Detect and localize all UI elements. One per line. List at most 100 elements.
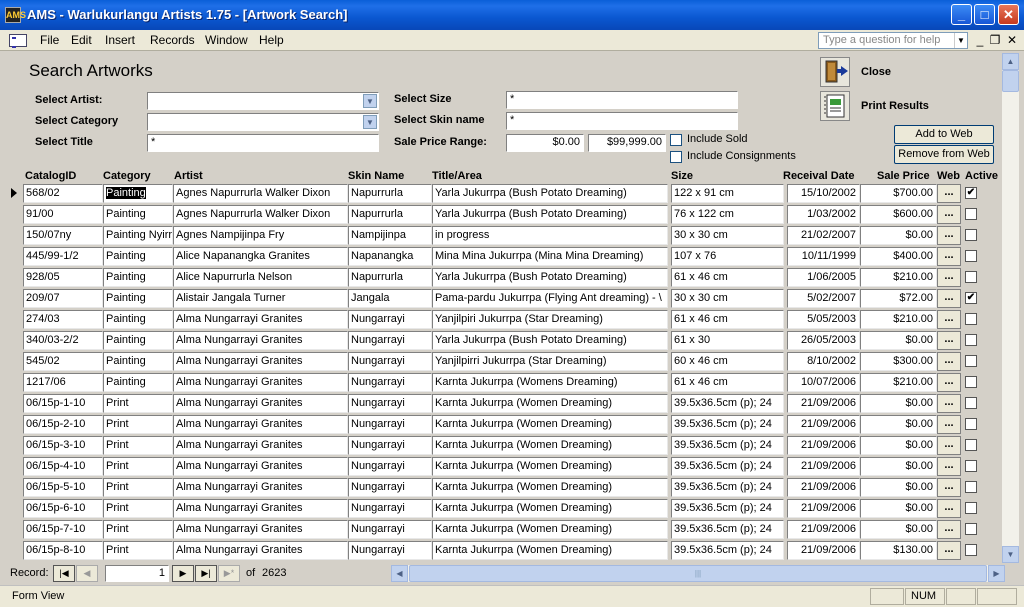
skin-field[interactable]: * (506, 112, 738, 130)
cell-price[interactable]: $0.00 (860, 520, 937, 539)
cell-price[interactable]: $0.00 (860, 331, 937, 350)
cell-title[interactable]: Karnta Jukurrpa (Women Dreaming) (432, 541, 668, 560)
cell-category[interactable]: Painting (103, 184, 173, 203)
active-checkbox[interactable] (965, 208, 977, 220)
cell-receival[interactable]: 21/09/2006 (787, 436, 860, 455)
menu-file[interactable]: File (40, 33, 59, 47)
form-icon[interactable] (9, 34, 27, 48)
cell-catalog[interactable]: 91/00 (23, 205, 103, 224)
chevron-down-icon[interactable]: ▼ (363, 94, 377, 108)
mdi-minimize-button[interactable]: _ (973, 33, 987, 47)
cell-price[interactable]: $300.00 (860, 352, 937, 371)
cell-category[interactable]: Print (103, 541, 173, 560)
active-checkbox[interactable] (965, 397, 977, 409)
cell-size[interactable]: 61 x 30 (671, 331, 784, 350)
table-row[interactable]: 06/15p-1-10 Print Alma Nungarrayi Granites… (4, 393, 1002, 414)
cell-category[interactable]: Print (103, 478, 173, 497)
cell-category[interactable]: Painting (103, 289, 173, 308)
vertical-scrollbar[interactable]: ▲ ▼ (1002, 53, 1019, 563)
cell-artist[interactable]: Alma Nungarrayi Granites (173, 436, 348, 455)
cell-receival[interactable]: 21/09/2006 (787, 478, 860, 497)
cell-title[interactable]: Karnta Jukurrpa (Womens Dreaming) (432, 373, 668, 392)
cell-receival[interactable]: 10/11/1999 (787, 247, 860, 266)
cell-skin[interactable]: Nungarrayi (348, 457, 432, 476)
record-selector[interactable] (4, 288, 22, 309)
cell-catalog[interactable]: 340/03-2/2 (23, 331, 103, 350)
price-min-field[interactable]: $0.00 (506, 134, 584, 152)
cell-category[interactable]: Print (103, 499, 173, 518)
cell-catalog[interactable]: 928/05 (23, 268, 103, 287)
web-button[interactable]: ... (937, 226, 961, 245)
cell-category[interactable]: Painting (103, 247, 173, 266)
cell-title[interactable]: Karnta Jukurrpa (Women Dreaming) (432, 415, 668, 434)
table-row[interactable]: 06/15p-5-10 Print Alma Nungarrayi Granites… (4, 477, 1002, 498)
cell-price[interactable]: $400.00 (860, 247, 937, 266)
active-checkbox[interactable] (965, 313, 977, 325)
cell-title[interactable]: Karnta Jukurrpa (Women Dreaming) (432, 394, 668, 413)
cell-skin[interactable]: Nungarrayi (348, 352, 432, 371)
active-checkbox[interactable] (965, 544, 977, 556)
cell-artist[interactable]: Alma Nungarrayi Granites (173, 457, 348, 476)
cell-size[interactable]: 60 x 46 cm (671, 352, 784, 371)
cell-category[interactable]: Painting (103, 352, 173, 371)
cell-catalog[interactable]: 568/02 (23, 184, 103, 203)
maximize-button[interactable]: □ (974, 4, 995, 25)
cell-price[interactable]: $0.00 (860, 436, 937, 455)
cell-size[interactable]: 30 x 30 cm (671, 289, 784, 308)
active-checkbox[interactable] (965, 355, 977, 367)
web-button[interactable]: ... (937, 415, 961, 434)
chevron-down-icon[interactable]: ▼ (363, 115, 377, 129)
cell-price[interactable]: $210.00 (860, 310, 937, 329)
cell-title[interactable]: Yarla Jukurrpa (Bush Potato Dreaming) (432, 331, 668, 350)
table-row[interactable]: 1217/06 Painting Alma Nungarrayi Granites N… (4, 372, 1002, 393)
cell-size[interactable]: 61 x 46 cm (671, 310, 784, 329)
cell-artist[interactable]: Alma Nungarrayi Granites (173, 541, 348, 560)
table-row[interactable]: 91/00 Painting Agnes Napurrurla Walker Dix… (4, 204, 1002, 225)
cell-catalog[interactable]: 445/99-1/2 (23, 247, 103, 266)
cell-title[interactable]: Karnta Jukurrpa (Women Dreaming) (432, 520, 668, 539)
cell-skin[interactable]: Nungarrayi (348, 520, 432, 539)
record-selector[interactable] (4, 540, 22, 561)
size-field[interactable]: * (506, 91, 738, 109)
cell-artist[interactable]: Agnes Napurrurla Walker Dixon (173, 205, 348, 224)
new-record-button[interactable]: ▶* (218, 565, 240, 582)
cell-size[interactable]: 39.5x36.5cm (p); 24 (671, 436, 784, 455)
minimize-button[interactable]: _ (951, 4, 972, 25)
cell-price[interactable]: $0.00 (860, 394, 937, 413)
active-checkbox[interactable] (965, 418, 977, 430)
cell-receival[interactable]: 1/06/2005 (787, 268, 860, 287)
record-selector[interactable] (4, 330, 22, 351)
web-button[interactable]: ... (937, 352, 961, 371)
menu-insert[interactable]: Insert (105, 33, 135, 47)
cell-catalog[interactable]: 209/07 (23, 289, 103, 308)
cell-artist[interactable]: Alma Nungarrayi Granites (173, 352, 348, 371)
cell-catalog[interactable]: 06/15p-1-10 (23, 394, 103, 413)
web-button[interactable]: ... (937, 268, 961, 287)
scroll-up-icon[interactable]: ▲ (1002, 53, 1019, 70)
record-selector[interactable] (4, 225, 22, 246)
cell-artist[interactable]: Alma Nungarrayi Granites (173, 415, 348, 434)
table-row[interactable]: 06/15p-2-10 Print Alma Nungarrayi Granites… (4, 414, 1002, 435)
include-sold-checkbox[interactable] (670, 134, 682, 146)
cell-catalog[interactable]: 06/15p-4-10 (23, 457, 103, 476)
cell-title[interactable]: Pama-pardu Jukurrpa (Flying Ant dreaming… (432, 289, 668, 308)
horizontal-scrollbar[interactable]: ◀ ||| ▶ (391, 565, 1005, 582)
table-row[interactable]: 340/03-2/2 Painting Alma Nungarrayi Granit… (4, 330, 1002, 351)
remove-from-web-button[interactable]: Remove from Web (894, 145, 994, 164)
horizontal-scroll-thumb[interactable]: ||| (409, 565, 987, 582)
table-row[interactable]: 209/07 Painting Alistair Jangala Turner Jan… (4, 288, 1002, 309)
cell-size[interactable]: 107 x 76 (671, 247, 784, 266)
table-row[interactable]: 06/15p-8-10 Print Alma Nungarrayi Granites… (4, 540, 1002, 561)
cell-category[interactable]: Painting (103, 310, 173, 329)
cell-catalog[interactable]: 150/07ny (23, 226, 103, 245)
current-record-field[interactable]: 1 (105, 565, 169, 582)
cell-skin[interactable]: Nungarrayi (348, 394, 432, 413)
active-checkbox[interactable]: ✔ (965, 187, 977, 199)
table-row[interactable]: 06/15p-7-10 Print Alma Nungarrayi Granites… (4, 519, 1002, 540)
cell-skin[interactable]: Napurrurla (348, 268, 432, 287)
active-checkbox[interactable] (965, 250, 977, 262)
record-selector[interactable] (4, 519, 22, 540)
cell-price[interactable]: $210.00 (860, 268, 937, 287)
web-button[interactable]: ... (937, 394, 961, 413)
artist-combo[interactable]: ▼ (147, 92, 379, 110)
